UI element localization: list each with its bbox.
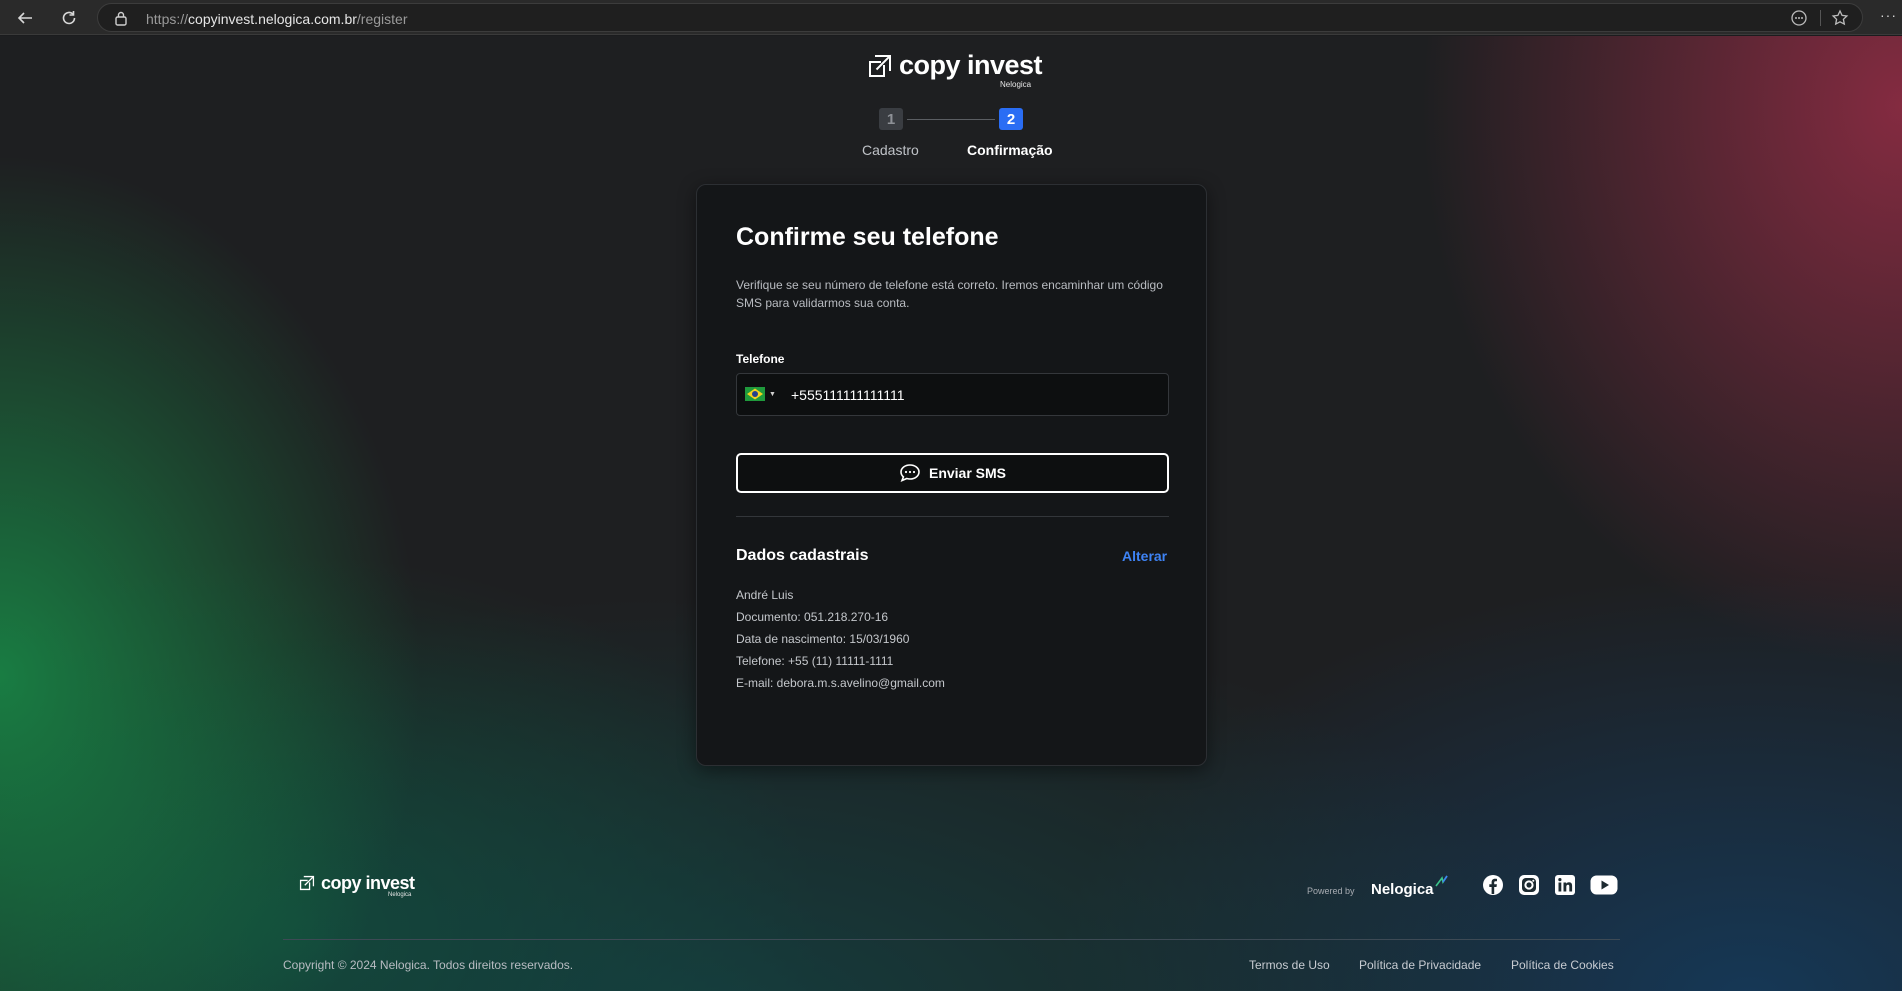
step-2-number: 2 <box>999 108 1023 130</box>
step-1-label: Cadastro <box>862 142 919 158</box>
url-text: https://copyinvest.nelogica.com.br/regis… <box>146 11 407 27</box>
lock-icon <box>114 10 128 31</box>
chevron-down-icon: ▼ <box>769 390 776 398</box>
browser-toolbar: https://copyinvest.nelogica.com.br/regis… <box>0 0 1902 35</box>
star-icon[interactable] <box>1831 9 1849 32</box>
copyright-text: Copyright © 2024 Nelogica. Todos direito… <box>283 958 574 972</box>
youtube-icon[interactable] <box>1590 874 1618 896</box>
url-path: /register <box>356 11 408 27</box>
phone-input[interactable] <box>791 385 1151 405</box>
address-separator <box>1820 10 1821 26</box>
instagram-icon[interactable] <box>1518 874 1540 896</box>
url-domain: copyinvest.nelogica.com.br <box>188 11 357 27</box>
country-select[interactable]: ▼ <box>745 387 776 401</box>
nelogica-brand: Nelogica <box>1371 881 1434 898</box>
nelogica-logo[interactable]: Nelogica <box>1371 875 1448 898</box>
cookies-link[interactable]: Política de Cookies <box>1511 958 1614 972</box>
brazil-flag-icon <box>745 387 765 401</box>
linkedin-icon[interactable] <box>1554 874 1576 896</box>
address-bar[interactable]: https://copyinvest.nelogica.com.br/regis… <box>97 3 1863 32</box>
info-name: André Luis <box>736 588 794 602</box>
back-icon[interactable] <box>12 5 38 31</box>
reader-mode-icon[interactable] <box>1790 9 1808 32</box>
footer-logo[interactable]: copy invest Nelogica <box>298 873 415 898</box>
card-title: Confirme seu telefone <box>736 223 999 251</box>
more-menu-icon[interactable]: ··· <box>1880 7 1897 23</box>
nelogica-spark-icon <box>1434 875 1448 887</box>
logo-subtext: Nelogica <box>1000 80 1032 89</box>
info-email: E-mail: debora.m.s.avelino@gmail.com <box>736 676 945 690</box>
send-sms-label: Enviar SMS <box>928 465 1007 481</box>
powered-by-text: Powered by <box>1307 886 1355 896</box>
phone-label: Telefone <box>736 352 785 366</box>
info-birthdate: Data de nascimento: 15/03/1960 <box>736 632 910 646</box>
footer-logo-subtext: Nelogica <box>388 892 412 898</box>
phone-field: ▼ <box>736 373 1169 416</box>
reload-icon[interactable] <box>56 5 82 31</box>
card-divider <box>736 516 1169 517</box>
copy-invest-logo-icon <box>869 55 891 77</box>
logo-text: copy invest <box>899 50 1043 80</box>
step-1-number: 1 <box>879 108 903 130</box>
footer-divider <box>283 939 1620 940</box>
confirm-phone-card: Confirme seu telefone Verifique se seu n… <box>696 184 1207 766</box>
step-2-label: Confirmação <box>967 142 1053 158</box>
privacy-link[interactable]: Política de Privacidade <box>1359 958 1481 972</box>
page: copy invest Nelogica 1 2 Cadastro Confir… <box>0 36 1902 991</box>
card-description: Verifique se seu número de telefone está… <box>736 278 1163 310</box>
info-document: Documento: 051.218.270-16 <box>736 610 889 624</box>
footer-logo-text: copy invest <box>321 873 415 893</box>
facebook-icon[interactable] <box>1482 874 1504 896</box>
info-phone: Telefone: +55 (11) 11111-1111 <box>736 654 894 668</box>
chat-icon <box>900 464 920 482</box>
step-connector <box>907 119 995 120</box>
header-logo[interactable]: copy invest Nelogica <box>866 50 1043 89</box>
url-prefix: https:// <box>146 11 189 27</box>
terms-link[interactable]: Termos de Uso <box>1249 958 1330 972</box>
copy-invest-logo-icon <box>299 875 315 891</box>
edit-link[interactable]: Alterar <box>1122 548 1167 564</box>
send-sms-button[interactable]: Enviar SMS <box>736 453 1169 493</box>
registration-data-title: Dados cadastrais <box>736 547 869 564</box>
